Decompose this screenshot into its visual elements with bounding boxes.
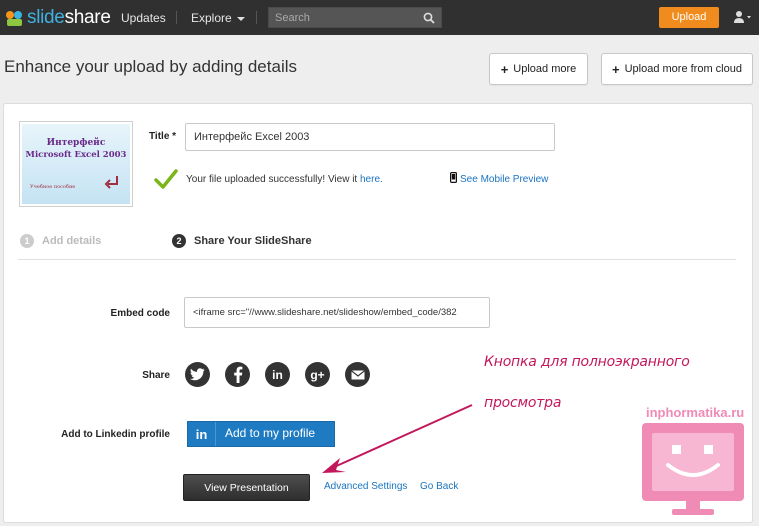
step-number: 1	[20, 234, 34, 248]
search-input[interactable]	[269, 8, 419, 28]
linkedin-logo-icon: in	[188, 422, 216, 446]
view-presentation-button[interactable]: View Presentation	[183, 474, 310, 501]
presentation-thumbnail: Интерфейс Microsoft Excel 2003 Учебное п…	[19, 121, 133, 207]
embed-code-label: Embed code	[110, 308, 170, 319]
step-label: Add details	[42, 235, 102, 247]
plus-icon: +	[500, 61, 509, 77]
top-nav-bar: slideshare Updates Explore Upload	[0, 0, 759, 35]
annotation-line1: Кнопка для полноэкранного	[484, 354, 690, 370]
googleplus-icon[interactable]: g+	[305, 362, 330, 387]
email-icon[interactable]	[345, 362, 370, 387]
twitter-icon[interactable]	[185, 362, 210, 387]
slideshare-logo[interactable]: slideshare	[6, 6, 111, 30]
thumbnail-title-line2: Microsoft Excel 2003	[25, 150, 127, 160]
page-title: Enhance your upload by adding details	[4, 57, 297, 76]
linkedin-profile-label: Add to Linkedin profile	[61, 429, 170, 440]
annotation-arrow-icon	[322, 404, 473, 473]
step-share[interactable]: 2 Share Your SlideShare	[172, 234, 312, 248]
view-upload-link[interactable]: here.	[360, 174, 383, 185]
mobile-phone-icon	[450, 172, 457, 183]
upload-button[interactable]: Upload	[659, 7, 719, 28]
watermark-text: inphormatika.ru	[646, 405, 745, 420]
upload-more-button[interactable]: + Upload more	[489, 53, 588, 85]
user-menu-icon[interactable]	[733, 10, 753, 24]
annotation-line2: просмотра	[484, 395, 562, 411]
nav-explore[interactable]: Explore	[191, 11, 245, 25]
linkedin-glyph: in	[272, 367, 283, 382]
plus-icon: +	[612, 61, 620, 77]
add-to-linkedin-button[interactable]: in Add to my profile	[187, 421, 335, 447]
thumbnail-arrow-icon	[104, 176, 118, 189]
linkedin-icon[interactable]: in	[265, 362, 290, 387]
search-icon[interactable]	[423, 12, 435, 24]
monitor-mascot-icon	[642, 423, 744, 515]
chevron-down-icon	[236, 16, 245, 21]
googleplus-glyph: g+	[310, 367, 325, 382]
nav-updates[interactable]: Updates	[121, 11, 166, 25]
advanced-settings-link[interactable]: Advanced Settings	[324, 481, 407, 492]
see-mobile-preview-link[interactable]: See Mobile Preview	[460, 174, 548, 185]
slideshare-logo-icon	[6, 10, 23, 27]
step-number: 2	[172, 234, 186, 248]
step-label: Share Your SlideShare	[194, 235, 312, 247]
step-add-details[interactable]: 1 Add details	[20, 234, 101, 248]
checkmark-icon	[154, 169, 178, 189]
title-label: Title *	[149, 131, 177, 142]
facebook-icon[interactable]	[225, 362, 250, 387]
logo-text: slideshare	[27, 7, 111, 28]
section-divider	[18, 259, 736, 260]
search-box	[268, 7, 442, 28]
go-back-link[interactable]: Go Back	[420, 481, 458, 492]
embed-code-input[interactable]	[184, 297, 490, 328]
thumbnail-subtitle: Учебное пособие	[30, 184, 76, 190]
upload-success-message: Your file uploaded successfully! View it…	[186, 174, 383, 185]
title-input[interactable]	[185, 123, 555, 151]
linkedin-button-label: Add to my profile	[225, 426, 316, 440]
thumbnail-title-line1: Интерфейс	[46, 138, 106, 148]
nav-separator	[256, 11, 257, 24]
nav-separator	[176, 11, 177, 24]
share-label: Share	[142, 370, 170, 381]
upload-more-from-cloud-button[interactable]: + Upload more from cloud	[601, 53, 753, 85]
